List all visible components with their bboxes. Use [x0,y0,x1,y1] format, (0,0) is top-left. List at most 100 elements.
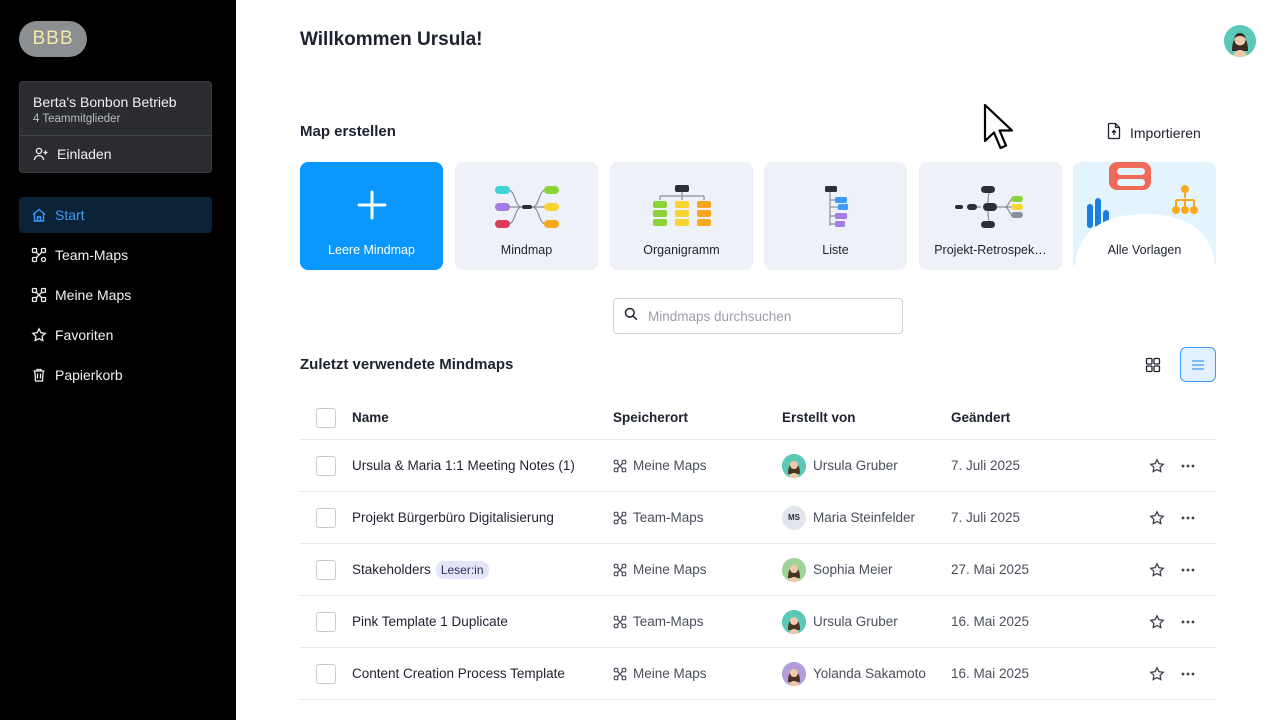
map-name[interactable]: Stakeholders [352,562,431,577]
table-row[interactable]: Stakeholders Leser:in Meine Maps Sophia Mei… [300,544,1216,596]
location-icon [613,667,627,681]
star-icon [1149,561,1165,577]
map-name-cell[interactable]: Ursula & Maria 1:1 Meeting Notes (1) [352,440,575,491]
tile-label: Alle Vorlagen [1107,243,1182,257]
favorite-button[interactable] [1145,454,1169,478]
creator-cell: Yolanda Sakamoto [782,648,926,699]
location-cell: Meine Maps [613,440,707,491]
team-member-count: 4 Teammitglieder [33,113,121,125]
table-row[interactable]: Ursula & Maria 1:1 Meeting Notes (1) Mein… [300,440,1216,492]
column-header-location[interactable]: Speicherort [613,396,688,439]
tile-list[interactable]: Liste [764,162,907,270]
map-name[interactable]: Ursula & Maria 1:1 Meeting Notes (1) [352,458,575,473]
tile-label: Projekt-Retrospek… [934,243,1047,257]
column-header-creator[interactable]: Erstellt von [782,396,856,439]
invite-button[interactable]: Einladen [33,146,112,162]
row-checkbox[interactable] [316,663,336,684]
team-name[interactable]: Berta's Bonbon Betrieb [33,94,177,110]
row-select-cell [316,648,336,699]
map-name-cell[interactable]: Content Creation Process Template [352,648,565,699]
column-header-name[interactable]: Name [352,396,389,439]
favorite-cell [1145,440,1169,491]
grid-icon [1145,357,1161,373]
favorite-button[interactable] [1145,506,1169,530]
sidebar-item-team-maps[interactable]: Team-Maps [19,237,212,273]
favorite-button[interactable] [1145,662,1169,686]
table-row[interactable]: Content Creation Process Template Meine M… [300,648,1216,700]
row-select-cell [316,544,336,595]
modified-date: 27. Mai 2025 [951,562,1030,577]
import-file-icon [1106,122,1122,143]
list-icon [1192,359,1204,370]
sidebar-item-start[interactable]: Start [19,197,212,233]
avatar: MS [782,505,806,530]
sidebar-item-favorites[interactable]: Favoriten [19,317,212,353]
creator-cell: MS Maria Steinfelder [782,492,915,543]
row-checkbox[interactable] [316,611,336,632]
more-cell [1176,648,1200,699]
star-icon [1149,509,1165,525]
more-options-button[interactable] [1176,662,1200,686]
more-options-button[interactable] [1176,558,1200,582]
table-row[interactable]: Pink Template 1 Duplicate Team-Maps Ursula… [300,596,1216,648]
row-select-cell [316,596,336,647]
tile-blank-mindmap[interactable]: Leere Mindmap [300,162,443,270]
trash-icon [31,367,47,383]
row-checkbox[interactable] [316,455,336,476]
table-row[interactable]: Projekt Bürgerbüro Digitalisierung Team-M… [300,492,1216,544]
row-checkbox[interactable] [316,507,336,528]
sidebar-item-trash[interactable]: Papierkorb [19,357,212,393]
import-button[interactable]: Importieren [1106,122,1201,143]
grid-view-button[interactable] [1140,352,1166,378]
favorite-button[interactable] [1145,558,1169,582]
location-label: Meine Maps [633,666,707,681]
tile-label: Organigramm [643,243,720,257]
select-all-checkbox[interactable] [316,407,336,428]
map-name[interactable]: Content Creation Process Template [352,666,565,681]
more-icon [1181,568,1195,571]
search-box[interactable] [613,298,903,334]
tile-org-chart[interactable]: Organigramm [610,162,753,270]
sidebar-nav: Start Team-Maps Meine Maps Favoriten Pap… [19,197,212,397]
table-body: Ursula & Maria 1:1 Meeting Notes (1) Mein… [300,440,1216,700]
favorite-cell [1145,596,1169,647]
tile-project-retrospective[interactable]: Projekt-Retrospek… [919,162,1062,270]
map-name-cell[interactable]: Stakeholders Leser:in [352,544,489,595]
tile-all-templates[interactable]: Alle Vorlagen [1073,162,1216,270]
table-header: Name Speicherort Erstellt von Geändert [300,396,1216,440]
avatar [782,557,806,582]
more-cell [1176,596,1200,647]
user-avatar[interactable] [1224,25,1256,57]
more-options-button[interactable] [1176,506,1200,530]
location-label: Team-Maps [633,510,704,525]
more-cell [1176,544,1200,595]
tile-mindmap[interactable]: Mindmap [455,162,598,270]
map-name[interactable]: Projekt Bürgerbüro Digitalisierung [352,510,554,525]
more-options-button[interactable] [1176,610,1200,634]
person-icon [1224,25,1256,57]
modified-date: 16. Mai 2025 [951,666,1030,681]
workspace-avatar[interactable]: BBB [19,21,87,57]
list-view-button[interactable] [1180,347,1216,382]
more-cell [1176,492,1200,543]
favorite-button[interactable] [1145,610,1169,634]
map-name-cell[interactable]: Projekt Bürgerbüro Digitalisierung [352,492,554,543]
row-checkbox[interactable] [316,559,336,580]
more-icon [1181,620,1195,623]
star-icon [1149,613,1165,629]
map-name-cell[interactable]: Pink Template 1 Duplicate [352,596,508,647]
create-section-title: Map erstellen [300,123,396,140]
search-input[interactable] [648,308,878,324]
map-name[interactable]: Pink Template 1 Duplicate [352,614,508,629]
search-icon [624,307,638,326]
avatar [782,453,806,478]
location-icon [613,615,627,629]
column-header-modified[interactable]: Geändert [951,396,1010,439]
star-icon [31,327,47,343]
plus-icon [300,180,443,230]
recent-maps-table: Name Speicherort Erstellt von Geändert U… [300,396,1216,700]
more-options-button[interactable] [1176,454,1200,478]
sidebar-item-my-maps[interactable]: Meine Maps [19,277,212,313]
creator-name: Sophia Meier [813,562,893,577]
tile-label: Leere Mindmap [328,243,415,257]
